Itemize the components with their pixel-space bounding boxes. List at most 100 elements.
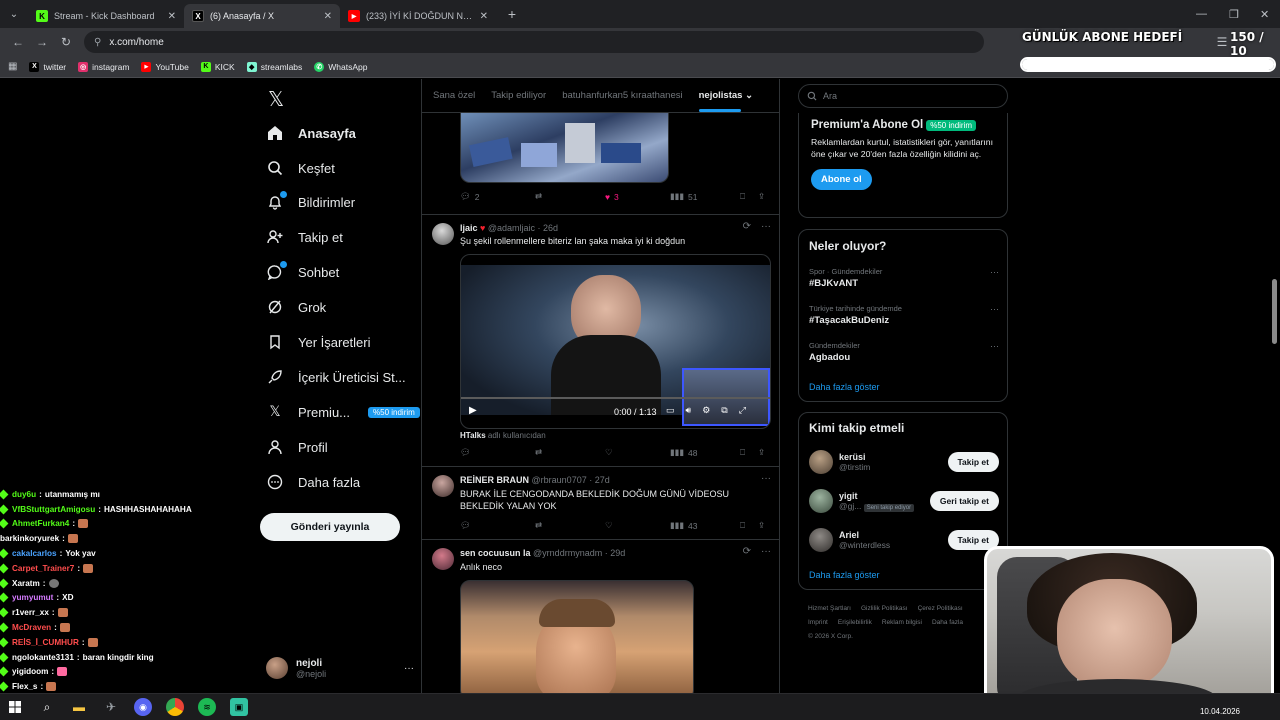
- like-button[interactable]: ♡: [605, 447, 670, 458]
- search-icon[interactable]: ⌕: [38, 698, 56, 716]
- more-icon[interactable]: ···: [990, 304, 999, 314]
- who-to-follow-show-more[interactable]: Daha fazla göster: [809, 570, 880, 580]
- share-button[interactable]: ⇪: [758, 191, 765, 202]
- spotify-icon[interactable]: ≋: [198, 698, 216, 716]
- nav-profile[interactable]: Profil: [266, 432, 328, 462]
- apps-icon[interactable]: ▦: [8, 61, 17, 72]
- grok-icon[interactable]: ⟳: [743, 546, 751, 557]
- pip-icon[interactable]: ⧉: [721, 405, 727, 416]
- like-button[interactable]: ♥ 3: [605, 192, 670, 202]
- follow-button[interactable]: Takip et: [947, 452, 999, 472]
- nav-home[interactable]: Anasayfa: [266, 118, 356, 148]
- bookmark-kick[interactable]: K KICK: [200, 61, 235, 72]
- retweet-button[interactable]: ⇄: [535, 447, 605, 458]
- close-tab-icon[interactable]: ✕: [324, 11, 332, 22]
- trend-item[interactable]: Türkiye tarihinde gündemde #TaşacakBuDen…: [809, 304, 999, 326]
- volume-icon[interactable]: 🔊︎: [686, 405, 692, 416]
- trend-item[interactable]: Spor · Gündemdekiler #BJKvANT ···: [809, 267, 999, 289]
- close-tab-icon[interactable]: ✕: [480, 11, 488, 22]
- footer-link[interactable]: Imprint: [808, 619, 828, 626]
- settings-icon[interactable]: ⚙: [702, 405, 710, 416]
- more-icon[interactable]: ···: [990, 267, 999, 277]
- post-button[interactable]: Gönderi yayınla: [260, 513, 400, 541]
- bookmark-button[interactable]: ⎕: [740, 447, 758, 458]
- trend-item[interactable]: Gündemdekiler Agbadou ···: [809, 341, 999, 363]
- footer-link[interactable]: Hizmet Şartları: [808, 605, 851, 612]
- tweet[interactable]: ljaic ♥︎ @adamljaic · 26d ⟳ ··· Şu şekil …: [422, 215, 779, 467]
- footer-link[interactable]: Daha fazla: [932, 619, 963, 626]
- url-bar[interactable]: ⚲ x.com/home: [84, 31, 984, 53]
- scrollbar-thumb[interactable]: [1272, 279, 1277, 344]
- reply-button[interactable]: 💬︎: [460, 447, 535, 458]
- nav-bookmarks[interactable]: Yer İşaretleri: [266, 327, 371, 357]
- reply-button[interactable]: 💬︎: [460, 520, 535, 531]
- tweet[interactable]: REİNER BRAUN @rbraun0707 · 27d ··· BURAK…: [422, 467, 779, 540]
- tab-list-kiraathanesi[interactable]: batuhanfurkan5 kıraathanesi: [562, 90, 682, 101]
- tab-youtube[interactable]: ▶ (233) İYİ Kİ DOĞDUN NECO! - Yo ✕: [340, 4, 496, 28]
- follow-suggestion[interactable]: Ariel @winterdless Takip et: [809, 527, 999, 553]
- views-button[interactable]: ▮▮▮ 43: [670, 520, 740, 531]
- tweet[interactable]: sen cocuusun la @yrnddrmynadm · 29d ⟳ ···…: [422, 540, 779, 693]
- follow-suggestion[interactable]: yigit @gj... Seni takip ediyor Geri takip…: [809, 488, 999, 514]
- footer-link[interactable]: Gizlilik Politikası: [861, 605, 908, 612]
- retweet-button[interactable]: ⇄: [535, 191, 605, 202]
- source-name[interactable]: HTalks: [460, 431, 486, 440]
- bookmark-instagram[interactable]: ◎ instagram: [78, 61, 129, 72]
- account-switcher[interactable]: nejoli @nejoli ···: [266, 653, 414, 683]
- nav-creator-studio[interactable]: İçerik Üreticisi St...: [266, 362, 406, 392]
- bookmark-twitter[interactable]: Xtwitter: [29, 61, 66, 72]
- footer-link[interactable]: Reklam bilgisi: [882, 619, 922, 626]
- like-button[interactable]: ♡: [605, 520, 670, 531]
- tab-following[interactable]: Takip ediliyor: [491, 90, 546, 101]
- forward-icon[interactable]: →: [30, 30, 54, 54]
- views-button[interactable]: ▮▮▮ 48: [670, 447, 740, 458]
- tweet-video[interactable]: ▶ 0:00 / 1:13 ▭ 🔊︎ ⚙ ⧉ ⤢: [460, 254, 771, 429]
- more-icon[interactable]: ···: [761, 473, 771, 484]
- share-button[interactable]: ⇪: [758, 447, 765, 458]
- follow-back-button[interactable]: Geri takip et: [929, 491, 999, 511]
- file-explorer-icon[interactable]: ▬: [70, 698, 88, 716]
- tweet[interactable]: 💬︎ 2 ⇄ ♥ 3 ▮▮▮ 51 ⎕ ⇪: [422, 113, 779, 215]
- minimize-icon[interactable]: —: [1196, 0, 1207, 28]
- windows-start-icon[interactable]: [6, 698, 24, 716]
- x-logo-icon[interactable]: 𝕏: [268, 87, 284, 111]
- nav-premium[interactable]: 𝕏 Premiu... %50 indirim: [266, 397, 420, 427]
- restore-icon[interactable]: ❐: [1229, 0, 1239, 28]
- tab-kick-dashboard[interactable]: K Stream - Kick Dashboard ✕: [28, 4, 184, 28]
- discord-icon[interactable]: ◉: [134, 698, 152, 716]
- fullscreen-icon[interactable]: ⤢: [739, 405, 746, 416]
- site-info-icon[interactable]: ⚲: [94, 37, 101, 48]
- tab-x-home[interactable]: X (6) Anasayfa / X ✕: [184, 4, 340, 28]
- play-icon[interactable]: ▶: [469, 405, 477, 416]
- tab-for-you[interactable]: Sana özel: [433, 90, 475, 101]
- nav-explore[interactable]: Keşfet: [266, 153, 335, 183]
- footer-link[interactable]: Erişilebilirlik: [838, 619, 872, 626]
- subscribe-button[interactable]: Abone ol: [811, 169, 872, 190]
- grok-icon[interactable]: ⟳: [743, 221, 751, 232]
- bookmark-whatsapp[interactable]: ✆ WhatsApp: [314, 61, 368, 72]
- bookmark-button[interactable]: ⎕: [740, 191, 758, 202]
- close-window-icon[interactable]: ✕: [1260, 0, 1269, 28]
- reload-icon[interactable]: ↻: [54, 30, 78, 54]
- trends-show-more[interactable]: Daha fazla göster: [809, 382, 880, 392]
- tab-list-nejolistas[interactable]: nejolistas ⌄: [698, 90, 753, 112]
- more-icon[interactable]: ···: [404, 663, 414, 674]
- retweet-button[interactable]: ⇄: [535, 520, 605, 531]
- back-icon[interactable]: ←: [6, 30, 30, 54]
- bookmark-button[interactable]: ⎕: [740, 520, 758, 531]
- page-scrollbar[interactable]: [1271, 79, 1278, 693]
- search-input[interactable]: Ara: [798, 84, 1008, 108]
- nav-follow[interactable]: Takip et: [266, 222, 343, 252]
- streamlabs-icon[interactable]: ▣: [230, 698, 248, 716]
- nav-more[interactable]: Daha fazla: [266, 467, 360, 497]
- bookmark-streamlabs[interactable]: ◆ streamlabs: [246, 61, 302, 72]
- more-icon[interactable]: ···: [761, 546, 771, 557]
- chrome-icon[interactable]: [166, 698, 184, 716]
- footer-link[interactable]: Çerez Politikası: [918, 605, 963, 612]
- new-tab-icon[interactable]: +: [500, 2, 524, 26]
- close-tab-icon[interactable]: ✕: [168, 11, 176, 22]
- bookmark-youtube[interactable]: ▶ YouTube: [141, 61, 189, 72]
- reply-button[interactable]: 💬︎ 2: [460, 191, 535, 202]
- tab-search-icon[interactable]: ⌄: [0, 0, 28, 28]
- share-button[interactable]: ⇪: [758, 520, 765, 531]
